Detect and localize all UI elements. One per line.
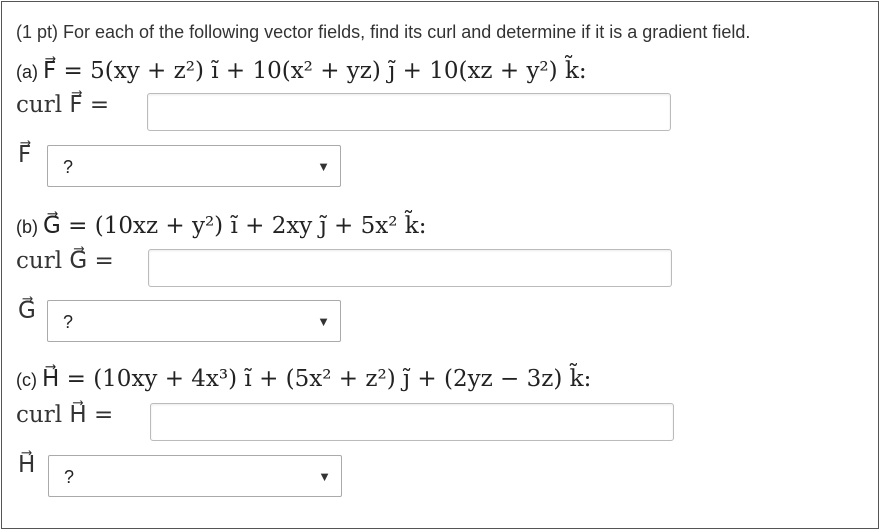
- triangle-down-icon: ▼: [317, 314, 330, 329]
- triangle-down-icon: ▼: [317, 159, 330, 174]
- problem-frame: (1 pt) For each of the following vector …: [1, 1, 879, 529]
- problem-intro: (1 pt) For each of the following vector …: [16, 22, 751, 42]
- part-c-gradient-select[interactable]: ? ▼: [48, 455, 342, 497]
- part-b-gradient-select[interactable]: ? ▼: [47, 300, 341, 342]
- part-c-select-value: ?: [64, 467, 75, 487]
- part-a-statement: (a) F⃗ = 5(xy + z²) ĩ + 10(x² + yz) j̃ +…: [16, 58, 587, 84]
- part-a-curl-input[interactable]: [147, 93, 671, 131]
- part-b-name: G⃗: [18, 298, 36, 324]
- part-c-curl-input[interactable]: [150, 403, 674, 441]
- triangle-down-icon: ▼: [318, 469, 331, 484]
- part-a-curl-label: curl F⃗ =: [16, 92, 110, 118]
- part-c-curl-label: curl H⃗ =: [16, 402, 114, 428]
- part-a-select-value: ?: [63, 157, 74, 177]
- part-a-label: (a): [16, 62, 38, 82]
- part-b-statement: (b) G⃗ = (10xz + y²) ĩ + 2xy j̃ + 5x² k̃…: [16, 213, 426, 239]
- part-c-label: (c): [16, 370, 37, 390]
- part-b-curl-input[interactable]: [148, 249, 672, 287]
- part-b-curl-label: curl G⃗ =: [16, 248, 114, 274]
- part-c-statement: (c) H⃗ = (10xy + 4x³) ĩ + (5x² + z²) j̃ …: [16, 366, 591, 392]
- part-a-field: F⃗ = 5(xy + z²) ĩ + 10(x² + yz) j̃ + 10(…: [43, 58, 587, 84]
- part-a-name: F⃗: [18, 142, 32, 168]
- part-c-name: H⃗: [18, 452, 36, 478]
- part-c-field: H⃗ = (10xy + 4x³) ĩ + (5x² + z²) j̃ + (2…: [42, 366, 592, 392]
- part-b-field: G⃗ = (10xz + y²) ĩ + 2xy j̃ + 5x² k̃:: [43, 213, 427, 239]
- part-b-select-value: ?: [63, 312, 74, 332]
- part-a-gradient-select[interactable]: ? ▼: [47, 145, 341, 187]
- part-b-label: (b): [16, 217, 38, 237]
